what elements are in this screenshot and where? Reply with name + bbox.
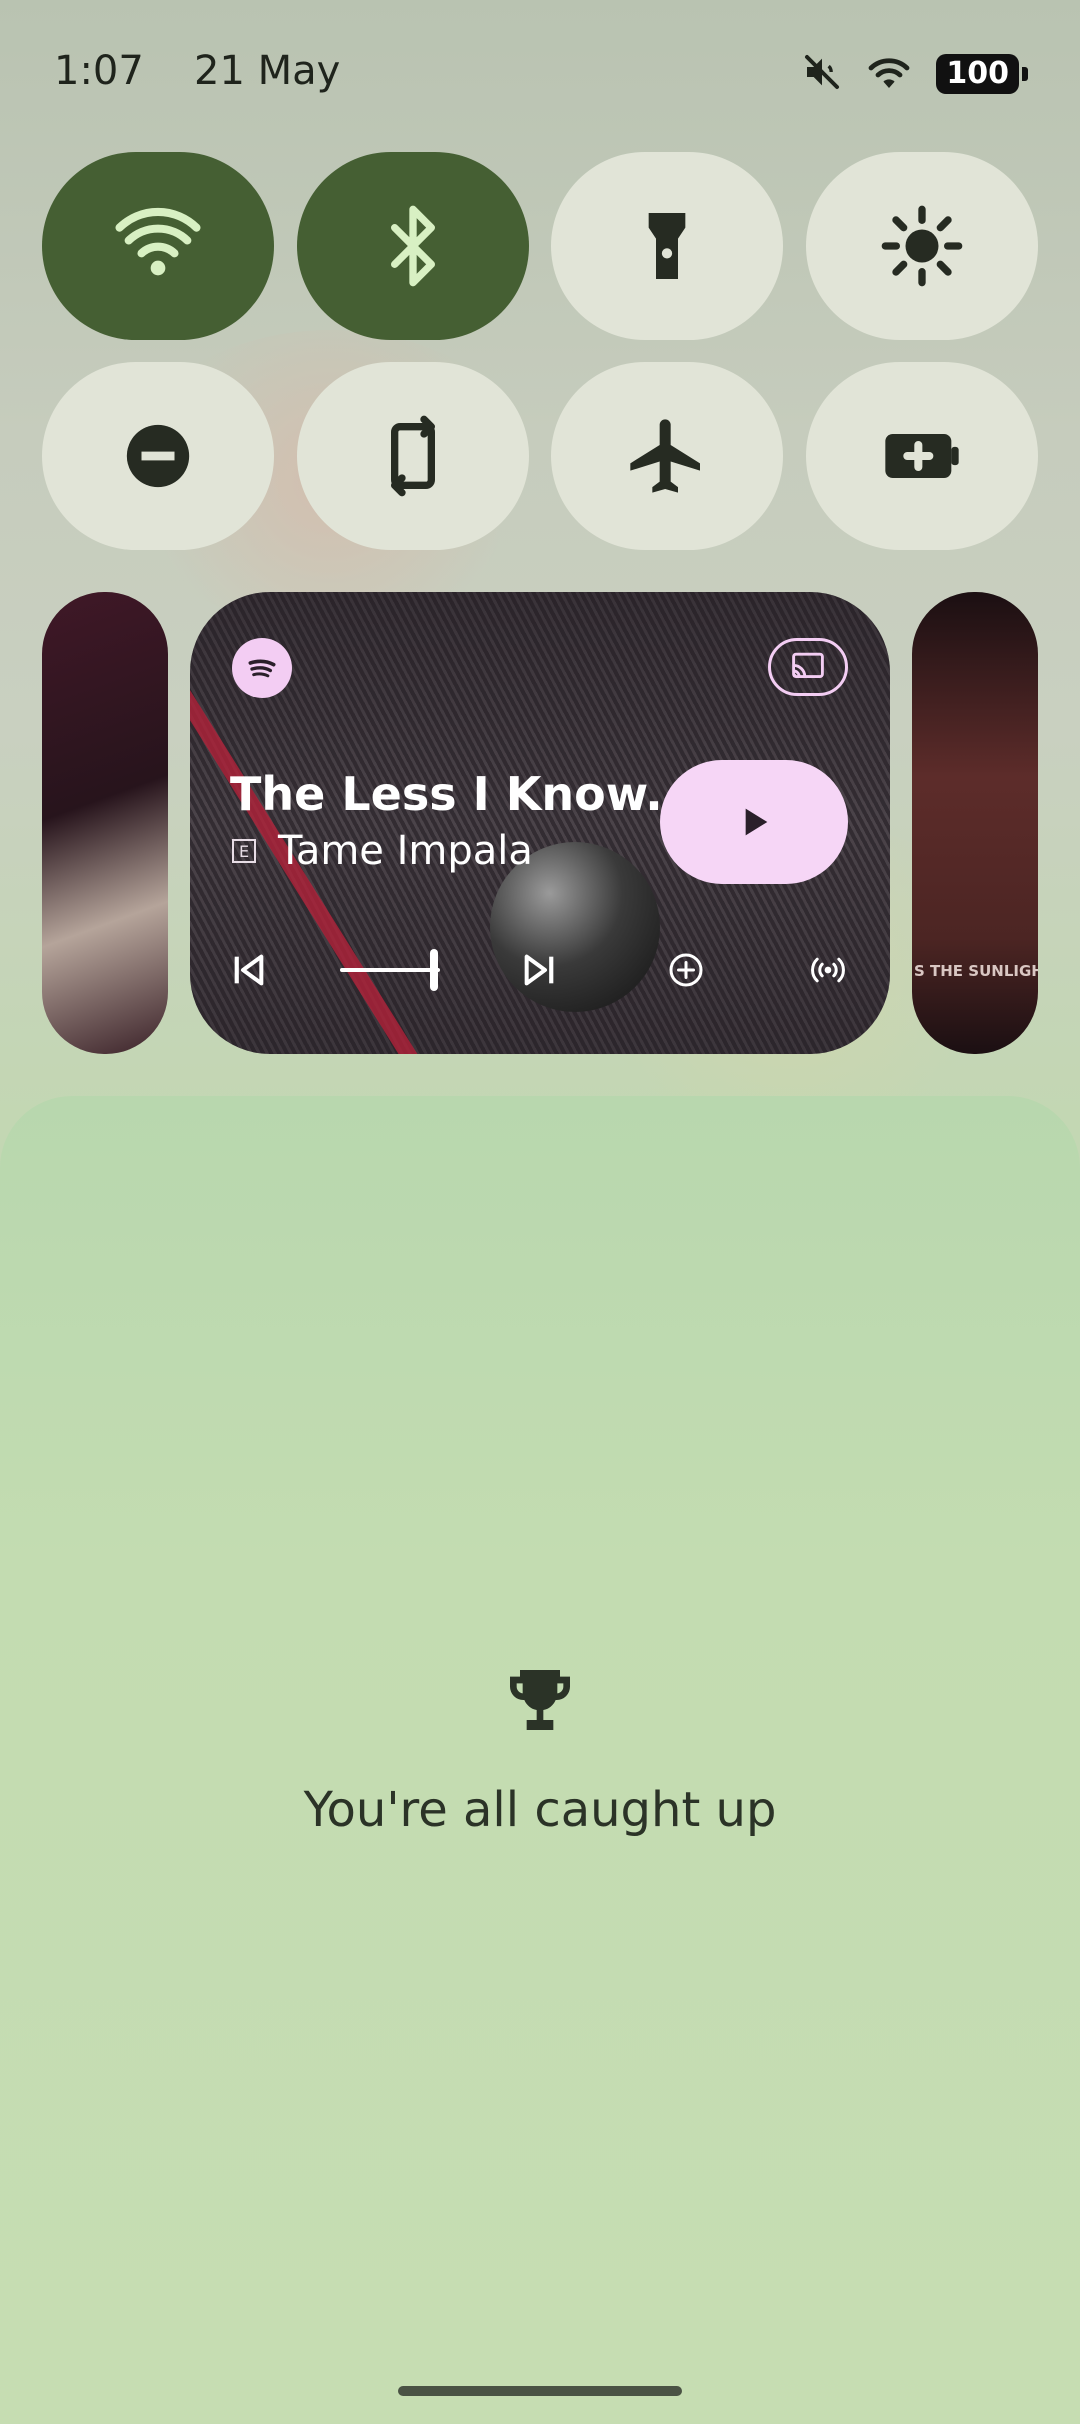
previous-icon xyxy=(234,954,264,986)
wifi-icon xyxy=(115,207,201,276)
broadcast-icon xyxy=(811,957,845,983)
airplane-icon xyxy=(630,419,700,493)
cast-icon xyxy=(792,652,824,679)
album-art-text: S THE SUNLIGHT xyxy=(914,962,1038,980)
mute-icon xyxy=(802,52,842,96)
dnd-icon xyxy=(126,424,190,488)
seek-thumb[interactable] xyxy=(430,949,438,991)
empty-notifications-message: You're all caught up xyxy=(303,1782,777,1838)
add-button[interactable] xyxy=(658,942,714,998)
play-icon xyxy=(745,808,768,836)
tile-bluetooth[interactable] xyxy=(297,152,529,340)
wifi-icon xyxy=(864,52,914,96)
bluetooth-icon xyxy=(391,205,435,287)
notification-panel xyxy=(0,1096,1080,2424)
trophy-icon xyxy=(510,1670,570,1730)
media-card-next[interactable]: S THE SUNLIGHT xyxy=(912,592,1038,1054)
status-bar: 1:07 21 May 100 xyxy=(0,0,1080,150)
battery-icon: 100 xyxy=(936,54,1028,94)
artist-name: Tame Impala xyxy=(278,828,533,874)
spotify-icon[interactable] xyxy=(232,638,292,698)
battery-level: 100 xyxy=(936,54,1019,94)
tile-flashlight[interactable] xyxy=(551,152,783,340)
tile-battery-saver[interactable] xyxy=(806,362,1038,550)
add-icon xyxy=(669,953,703,987)
tile-brightness[interactable] xyxy=(806,152,1038,340)
clock: 1:07 xyxy=(54,48,144,94)
cast-button[interactable] xyxy=(768,638,848,696)
battery-saver-icon xyxy=(885,434,959,478)
status-icons: 100 xyxy=(802,52,1028,96)
explicit-badge: E xyxy=(232,839,256,863)
tile-do-not-disturb[interactable] xyxy=(42,362,274,550)
previous-button[interactable] xyxy=(220,942,276,998)
media-card-previous[interactable] xyxy=(42,592,168,1054)
play-button[interactable] xyxy=(660,760,848,884)
tile-wifi[interactable] xyxy=(42,152,274,340)
media-player[interactable]: The Less I Know... E Tame Impala xyxy=(190,592,890,1054)
tile-airplane-mode[interactable] xyxy=(551,362,783,550)
home-gesture-bar[interactable] xyxy=(398,2386,682,2396)
flashlight-icon xyxy=(648,213,686,279)
date: 21 May xyxy=(194,48,341,94)
broadcast-button[interactable] xyxy=(800,942,856,998)
rotate-icon xyxy=(391,415,435,497)
next-button[interactable] xyxy=(512,942,568,998)
seek-bar[interactable] xyxy=(340,968,440,972)
tile-auto-rotate[interactable] xyxy=(297,362,529,550)
brightness-icon xyxy=(881,205,963,287)
next-icon xyxy=(524,954,554,986)
song-title: The Less I Know... xyxy=(230,767,698,821)
